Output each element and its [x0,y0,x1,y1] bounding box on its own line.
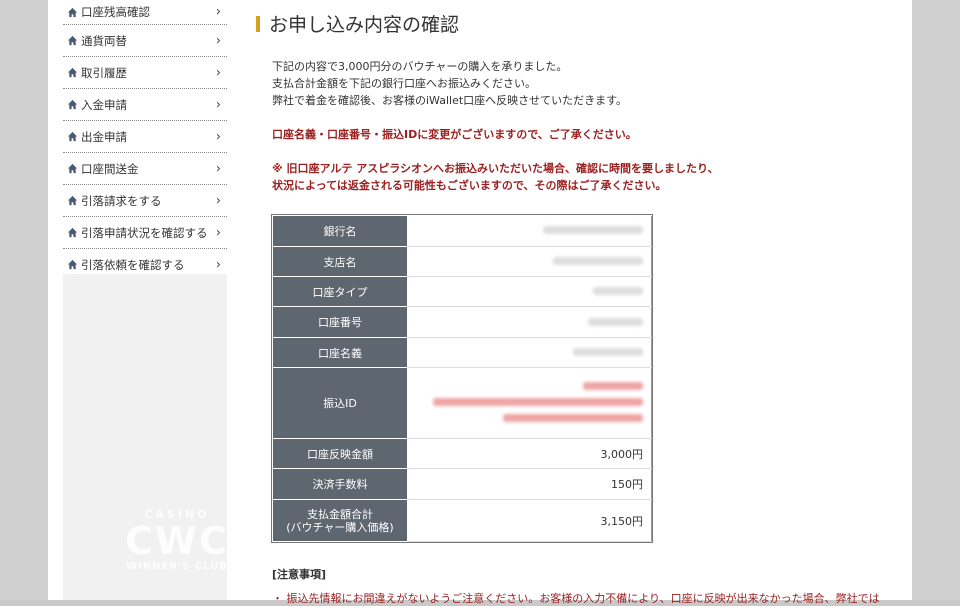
table-row: 口座反映金額 3,000円 [272,438,652,469]
account-number-label: 口座番号 [272,306,408,338]
sidebar-item-label: 出金申請 [81,129,127,144]
chevron-right-icon: › [215,193,221,208]
notes-line: ・ 振込先情報にお間違えがないようご注意ください。お客様の入力不備により、口座に… [272,592,880,605]
title-accent-bar [256,16,260,32]
logo-brand-text: CWC [125,519,229,563]
logo-club-text: WINNER'S CLUB [126,561,228,572]
sidebar-item-balance[interactable]: 口座残高確認 › [63,0,227,25]
bank-name-value [407,215,652,247]
total-label: 支払金額合計 (バウチャー購入価格) [272,499,408,542]
branch-name-label: 支店名 [272,246,408,277]
transfer-id-label: 振込ID [272,367,408,439]
sidebar-item-debit-status[interactable]: 引落申請状況を確認する › [63,217,227,249]
home-icon [67,131,78,142]
table-row: 口座名義 [272,337,652,368]
table-row: 支払金額合計 (バウチャー購入価格) 3,150円 [272,499,652,542]
background-left [0,0,48,600]
page-title: お申し込み内容の確認 [269,14,460,36]
table-row: 口座番号 [272,306,652,338]
chevron-right-icon: › [215,257,221,272]
sidebar-item-label: 取引履歴 [81,65,127,80]
page: 口座残高確認 › 通貨両替 › 取引履歴 › 入金申請 › 出金申請 › 口座間… [48,0,912,605]
sidebar-item-deposit[interactable]: 入金申請 › [63,89,227,121]
table-row: 支店名 [272,246,652,277]
account-holder-value [407,337,652,368]
notice-old-account: ※ 旧口座アルテ アスピラシオンへお振込みいただいた場合、確認に時間を要しました… [272,160,719,194]
home-icon [67,99,78,110]
intro-line: 支払合計金額を下記の銀行口座へお振込みください。 [272,77,536,90]
intro-line: 弊社で着金を確認後、お客様のiWallet口座へ反映させていただきます。 [272,94,628,107]
chevron-right-icon: › [215,129,221,144]
sidebar-item-label: 通貨両替 [81,33,127,48]
notice-line: 状況によっては返金される可能性もございますので、その際はご了承ください。 [272,179,667,192]
sidebar-item-debit-request[interactable]: 引落請求をする › [63,185,227,217]
home-icon [67,7,78,17]
table-row: 口座タイプ [272,276,652,307]
bank-name-label: 銀行名 [272,215,408,247]
home-icon [67,195,78,206]
total-value: 3,150円 [407,499,652,542]
main-content: お申し込み内容の確認 下記の内容で3,000円分のバウチャーの購入を承りました。… [253,0,903,605]
table-row: 決済手数料 150円 [272,468,652,500]
sidebar-item-label: 入金申請 [81,97,127,112]
chevron-right-icon: › [215,4,221,20]
chevron-right-icon: › [215,161,221,176]
account-holder-label: 口座名義 [272,337,408,368]
bank-info-table: 銀行名 支店名 口座タイプ 口座番号 口座名義 振込ID 口座反映金額 3,00… [271,214,653,543]
sidebar-item-transfer[interactable]: 口座間送金 › [63,153,227,185]
home-icon [67,67,78,78]
notes-title: [注意事項] [272,568,327,581]
fee-label: 決済手数料 [272,468,408,500]
sidebar-item-withdraw[interactable]: 出金申請 › [63,121,227,153]
notice-change: 口座名義・口座番号・振込IDに変更がございますので、ご了承ください。 [272,128,637,141]
chevron-right-icon: › [215,97,221,112]
sidebar-item-exchange[interactable]: 通貨両替 › [63,25,227,57]
account-number-value [407,306,652,338]
total-label-line: (バウチャー購入価格) [286,520,394,534]
intro-text: 下記の内容で3,000円分のバウチャーの購入を承りました。 支払合計金額を下記の… [272,58,627,109]
fee-value: 150円 [407,468,652,500]
account-type-label: 口座タイプ [272,276,408,307]
table-row: 振込ID [272,367,652,439]
chevron-right-icon: › [215,225,221,240]
background-right [912,0,960,600]
home-icon [67,227,78,238]
account-type-value [407,276,652,307]
sidebar-item-label: 口座間送金 [81,161,139,176]
transfer-id-value [407,367,652,439]
reflect-amount-value: 3,000円 [407,438,652,469]
reflect-amount-label: 口座反映金額 [272,438,408,469]
home-icon [67,163,78,174]
home-icon [67,35,78,46]
chevron-right-icon: › [215,65,221,80]
sidebar-item-label: 引落申請状況を確認する [81,225,208,240]
sidebar-item-history[interactable]: 取引履歴 › [63,57,227,89]
chevron-right-icon: › [215,33,221,48]
total-label-line: 支払金額合計 [307,507,373,521]
branch-name-value [407,246,652,277]
sidebar-item-label: 口座残高確認 [81,5,150,19]
sidebar-item-label: 引落請求をする [81,193,162,208]
notice-line: ※ 旧口座アルテ アスピラシオンへお振込みいただいた場合、確認に時間を要しました… [272,162,719,175]
intro-line: 下記の内容で3,000円分のバウチャーの購入を承りました。 [272,60,568,73]
home-icon [67,259,78,270]
sidebar-item-label: 引落依頼を確認する [81,257,185,272]
sidebar-menu: 口座残高確認 › 通貨両替 › 取引履歴 › 入金申請 › 出金申請 › 口座間… [63,0,227,281]
table-row: 銀行名 [272,215,652,247]
cwc-logo: CASINO CWC WINNER'S CLUB [112,508,242,584]
